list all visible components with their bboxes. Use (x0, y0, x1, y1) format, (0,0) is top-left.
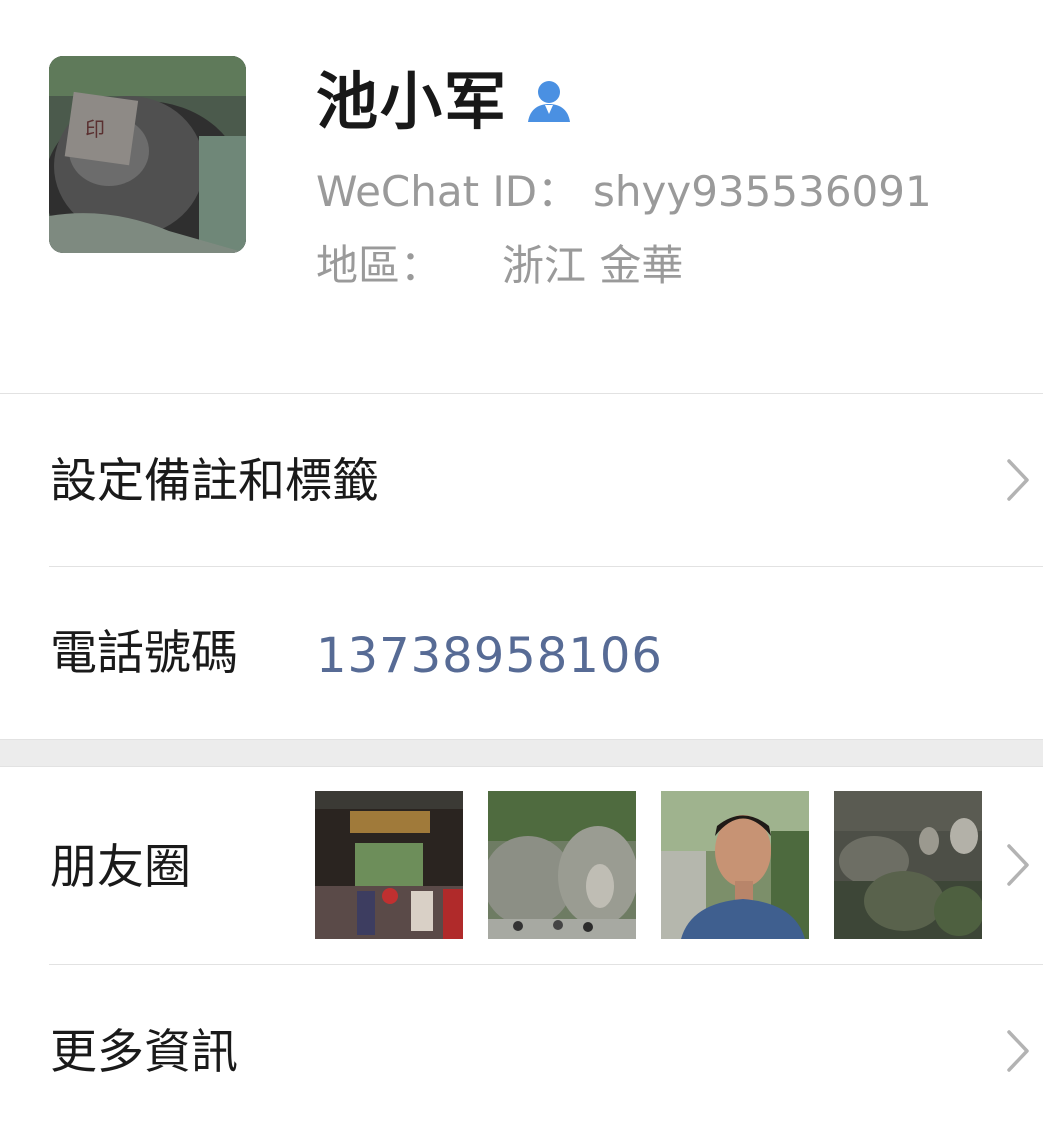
moments-thumbnail (661, 791, 809, 939)
svg-text:印: 印 (85, 117, 105, 141)
moments-thumbnail (488, 791, 636, 939)
avatar-image: 印 (49, 56, 246, 253)
set-remark-tags-row[interactable]: 設定備註和標籤 (50, 452, 379, 512)
phone-number-label: 電話號碼 (50, 626, 238, 681)
wechat-id-value: shyy935536091 (593, 167, 932, 216)
row-divider (49, 964, 1043, 965)
chevron-right-icon (1007, 1030, 1029, 1072)
cliff-carvings-photo (834, 791, 982, 939)
wechat-id-label: WeChat ID： (316, 167, 580, 216)
phone-number-value[interactable]: 13738958106 (316, 626, 663, 686)
man-portrait-photo (661, 791, 809, 939)
chevron-right-icon (1007, 844, 1029, 886)
buddha-rock-carving-photo (488, 791, 636, 939)
temple-gate-photo (315, 791, 463, 939)
person-icon (528, 81, 570, 122)
avatar[interactable]: 印 (49, 56, 246, 253)
region-label: 地區： (316, 241, 443, 290)
contact-profile-page: 印 池小军 WeChat ID： shyy935536091 地區： 浙江 金華… (0, 0, 1043, 1124)
wechat-id-line: WeChat ID： shyy935536091 (316, 166, 932, 218)
header-divider (0, 393, 1043, 394)
moments-thumbnail (834, 791, 982, 939)
contact-name: 池小军 (316, 65, 509, 138)
row-divider (49, 566, 1043, 567)
moments-thumbnail (315, 791, 463, 939)
section-gap (0, 740, 1043, 766)
chevron-right-icon (1007, 459, 1029, 501)
region-value: 浙江 金華 (502, 241, 684, 290)
region-line: 地區： 浙江 金華 (316, 240, 683, 292)
moments-label[interactable]: 朋友圈 (50, 838, 191, 898)
more-info-row[interactable]: 更多資訊 (50, 1023, 238, 1083)
band-bottom-border (0, 766, 1043, 767)
